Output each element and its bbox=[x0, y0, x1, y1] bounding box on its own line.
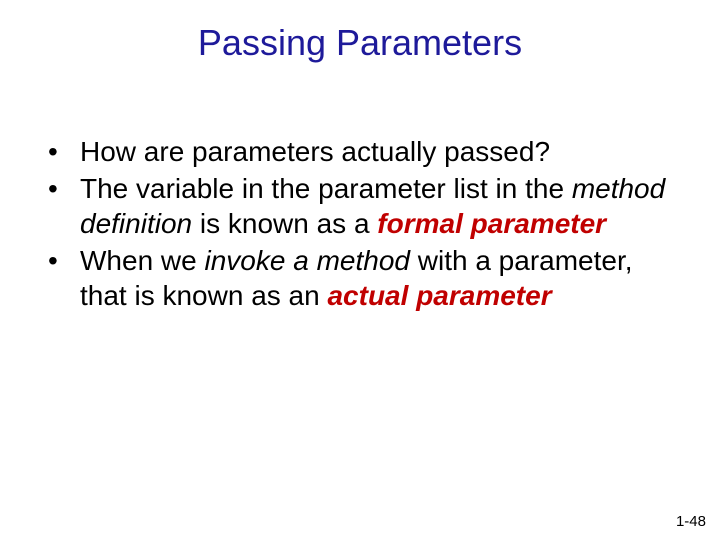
slide-title: Passing Parameters bbox=[0, 0, 720, 64]
bullet-text-plain: The variable in the parameter list in th… bbox=[80, 173, 572, 204]
bullet-list: How are parameters actually passed? The … bbox=[40, 134, 680, 313]
bullet-text-italic: invoke a method bbox=[205, 245, 410, 276]
bullet-text-emphasis: formal parameter bbox=[377, 208, 606, 239]
page-number: 1-48 bbox=[676, 513, 706, 530]
bullet-item: When we invoke a method with a parameter… bbox=[40, 243, 680, 313]
bullet-text: How are parameters actually passed? bbox=[80, 136, 550, 167]
slide: Passing Parameters How are parameters ac… bbox=[0, 0, 720, 540]
bullet-text-plain: is known as a bbox=[192, 208, 377, 239]
slide-body: How are parameters actually passed? The … bbox=[0, 64, 720, 313]
bullet-item: How are parameters actually passed? bbox=[40, 134, 680, 169]
bullet-text-emphasis: actual parameter bbox=[327, 280, 551, 311]
bullet-item: The variable in the parameter list in th… bbox=[40, 171, 680, 241]
bullet-text-plain: When we bbox=[80, 245, 205, 276]
